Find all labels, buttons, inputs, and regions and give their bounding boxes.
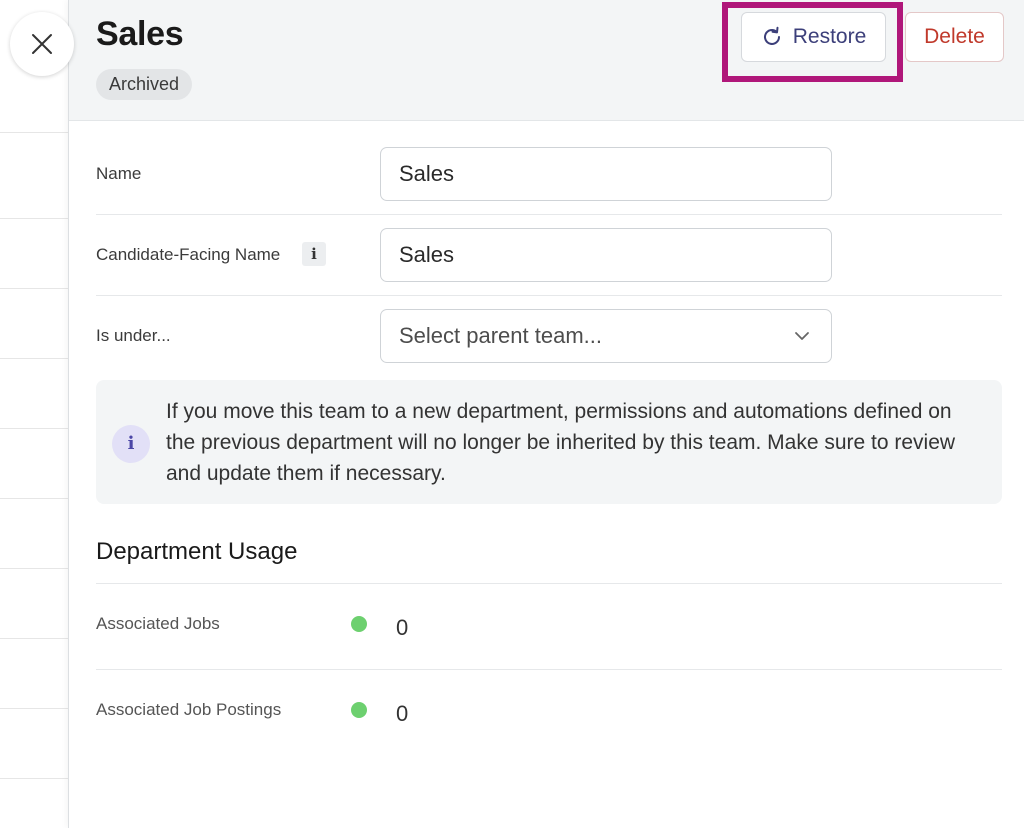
associated-jobs-label: Associated Jobs <box>96 614 220 633</box>
candidate-name-field[interactable]: Sales <box>380 228 832 282</box>
status-dot <box>351 616 367 632</box>
name-field[interactable]: Sales <box>380 147 832 201</box>
info-icon[interactable]: i <box>302 242 326 266</box>
list-divider <box>0 288 68 289</box>
delete-button[interactable]: Delete <box>905 12 1004 62</box>
parent-team-select[interactable]: Select parent team... <box>380 309 832 363</box>
close-icon <box>32 34 52 54</box>
list-divider <box>0 428 68 429</box>
list-divider <box>0 778 68 779</box>
name-label: Name <box>96 164 142 183</box>
drawer-header: Sales Archived Restore Delete <box>69 0 1024 121</box>
parent-team-placeholder: Select parent team... <box>399 323 602 348</box>
restore-button[interactable]: Restore <box>741 12 886 62</box>
notice-text: If you move this team to a new departmen… <box>166 400 956 485</box>
info-notice: i If you move this team to a new departm… <box>96 380 1002 504</box>
list-divider <box>0 218 68 219</box>
restore-icon <box>763 26 780 45</box>
restore-label: Restore <box>792 25 867 48</box>
list-divider <box>0 638 68 639</box>
divider <box>96 669 1002 670</box>
associated-jobs-count: 0 <box>396 615 409 640</box>
department-drawer: Sales Archived Restore Delete Name Sales… <box>68 0 1024 828</box>
divider <box>96 295 1002 296</box>
associated-job-postings-label: Associated Job Postings <box>96 700 282 719</box>
status-badge: Archived <box>96 69 193 100</box>
info-circle-icon: i <box>112 425 150 463</box>
parent-team-label: Is under... <box>96 326 171 345</box>
chevron-down-icon <box>795 332 809 340</box>
divider <box>96 214 1002 215</box>
candidate-name-label: Candidate-Facing Name <box>96 245 281 264</box>
list-divider <box>0 568 68 569</box>
associated-job-postings-count: 0 <box>396 701 409 726</box>
page-title: Sales <box>96 15 184 53</box>
list-divider <box>0 498 68 499</box>
section-title: Department Usage <box>96 538 298 565</box>
background-list <box>0 0 68 828</box>
list-divider <box>0 708 68 709</box>
status-dot <box>351 702 367 718</box>
divider <box>96 583 1002 584</box>
list-divider <box>0 132 68 133</box>
list-divider <box>0 358 68 359</box>
close-button[interactable] <box>10 12 74 76</box>
